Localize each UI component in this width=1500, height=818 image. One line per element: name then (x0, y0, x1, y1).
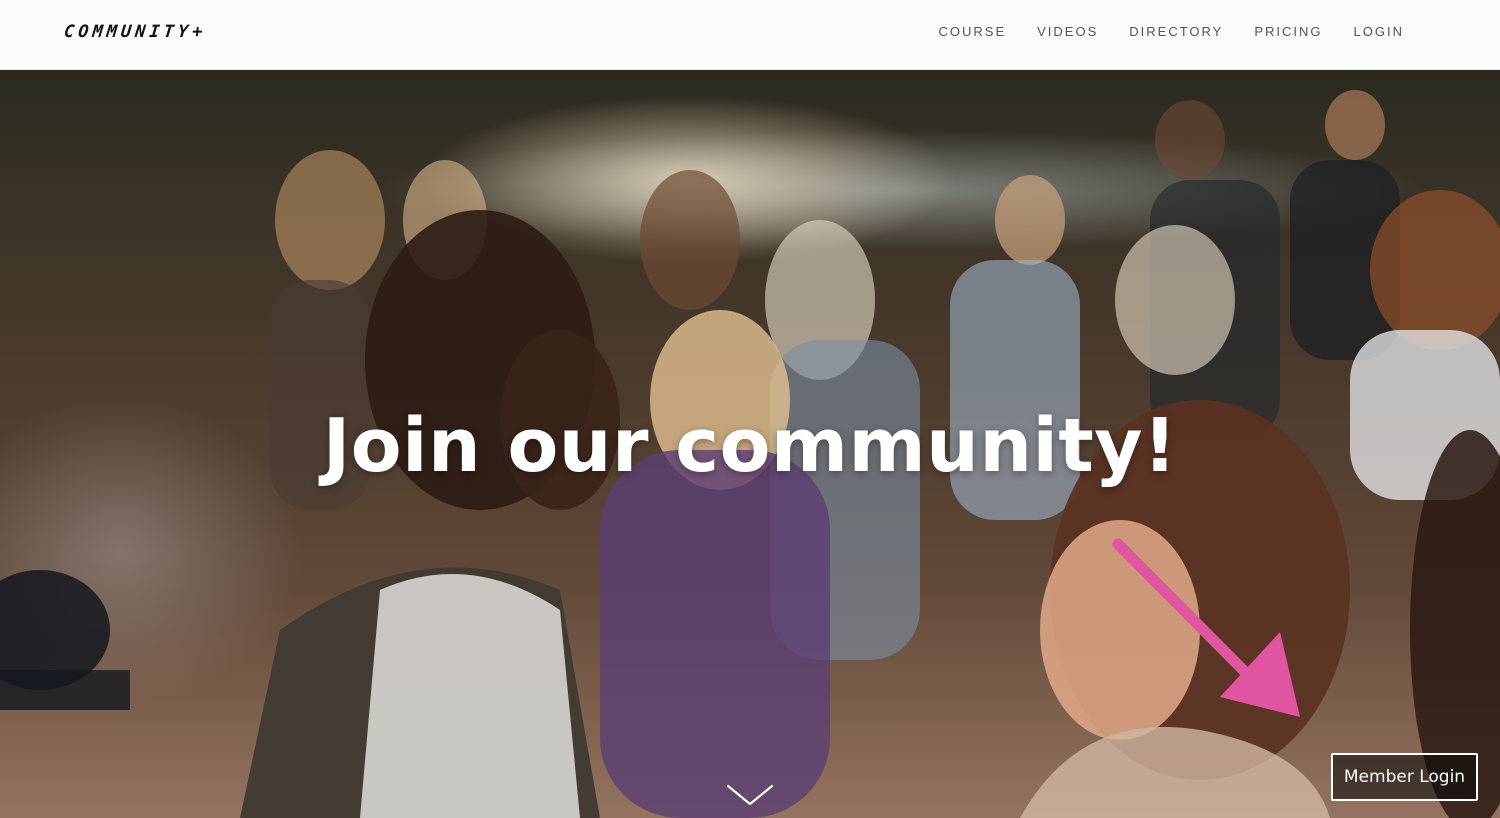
chevron-down-icon[interactable] (726, 783, 774, 807)
main-nav: COURSE VIDEOS DIRECTORY PRICING LOGIN (939, 24, 1404, 39)
hero-title: Join our community! (322, 403, 1178, 489)
member-login-button[interactable]: Member Login (1331, 753, 1478, 801)
site-logo[interactable]: COMMUNITY+ (63, 22, 207, 42)
site-header: COMMUNITY+ COURSE VIDEOS DIRECTORY PRICI… (0, 0, 1500, 70)
nav-item-course[interactable]: COURSE (939, 24, 1007, 39)
nav-item-login[interactable]: LOGIN (1354, 24, 1404, 39)
hero-section: Join our community! Member Login (0, 70, 1500, 818)
arrow-icon (1112, 538, 1300, 717)
nav-item-videos[interactable]: VIDEOS (1037, 24, 1098, 39)
nav-item-pricing[interactable]: PRICING (1254, 24, 1322, 39)
nav-item-directory[interactable]: DIRECTORY (1129, 24, 1223, 39)
